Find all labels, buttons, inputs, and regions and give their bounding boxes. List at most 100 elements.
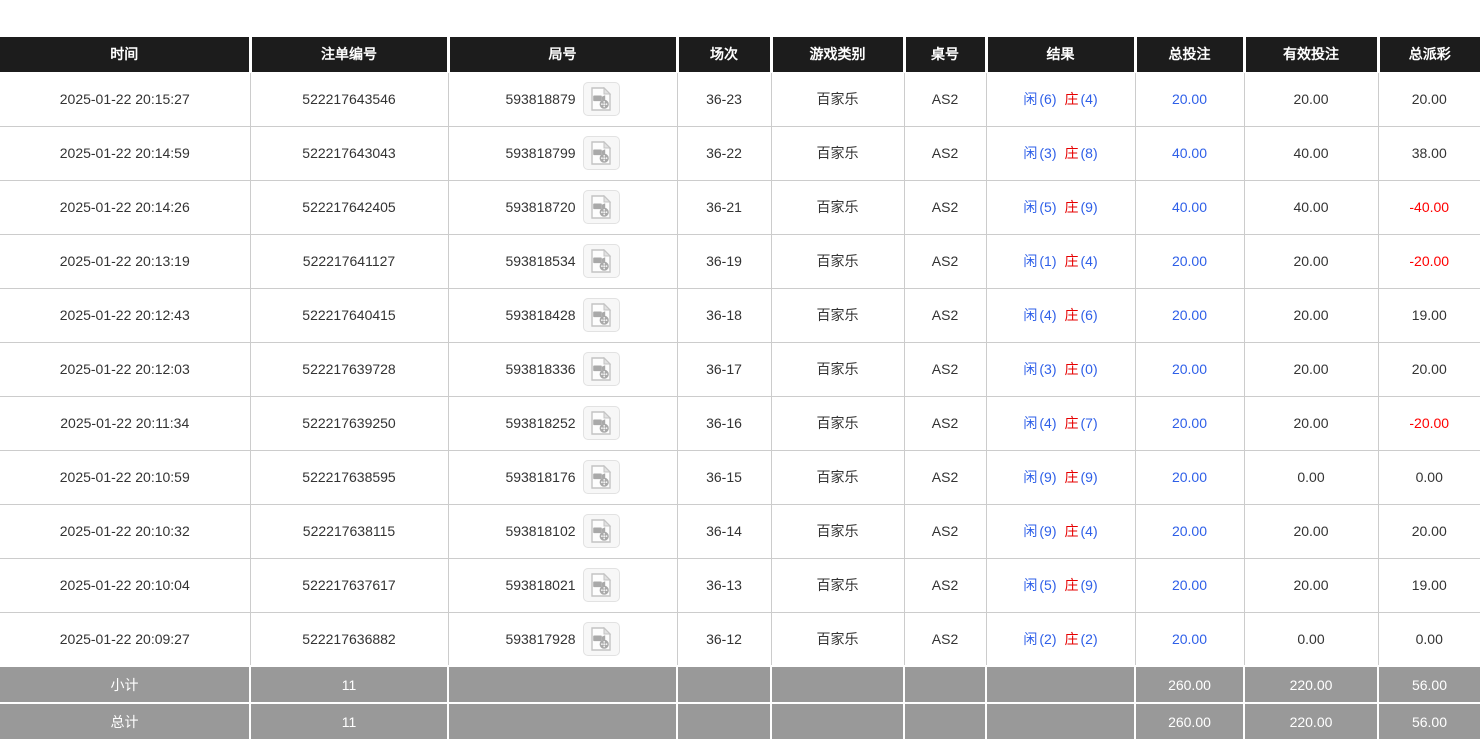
total-bet-amount[interactable]: 20.00 (1172, 469, 1207, 485)
video-replay-button[interactable] (583, 406, 620, 440)
total-bet-cell[interactable]: 20.00 (1135, 288, 1244, 342)
video-replay-button[interactable] (583, 622, 620, 656)
total-bet-amount[interactable]: 20.00 (1172, 91, 1207, 107)
summary-row: 总计 11 260.00 220.00 56.00 (0, 703, 1480, 740)
table-row: 2025-01-22 20:10:59 522217638595 5938181… (0, 450, 1480, 504)
video-replay-button[interactable] (583, 244, 620, 278)
video-replay-button[interactable] (583, 298, 620, 332)
player-score: (5) (1038, 199, 1057, 215)
bet-number-cell: 522217638115 (250, 504, 448, 558)
video-replay-icon (590, 357, 612, 381)
video-replay-icon (590, 195, 612, 219)
banker-score: (4) (1080, 253, 1099, 269)
video-replay-button[interactable] (583, 136, 620, 170)
table-number-cell: AS2 (904, 234, 986, 288)
valid-bet-cell: 20.00 (1244, 288, 1378, 342)
summary-total-bet: 260.00 (1135, 666, 1244, 703)
banker-score: (9) (1080, 577, 1099, 593)
bet-number-cell: 522217639728 (250, 342, 448, 396)
total-bet-amount[interactable]: 20.00 (1172, 631, 1207, 647)
table-number-cell: AS2 (904, 126, 986, 180)
total-bet-amount[interactable]: 20.00 (1172, 577, 1207, 593)
result-cell: 闲(6)庄(4) (986, 72, 1135, 126)
video-replay-button[interactable] (583, 82, 620, 116)
total-bet-amount[interactable]: 40.00 (1172, 145, 1207, 161)
bet-number-cell: 522217636882 (250, 612, 448, 666)
video-replay-button[interactable] (583, 352, 620, 386)
player-label: 闲 (1022, 415, 1038, 431)
total-bet-cell[interactable]: 20.00 (1135, 234, 1244, 288)
video-replay-button[interactable] (583, 460, 620, 494)
total-bet-amount[interactable]: 40.00 (1172, 199, 1207, 215)
session-cell: 36-14 (677, 504, 771, 558)
banker-label: 庄 (1064, 631, 1080, 647)
banker-score: (9) (1080, 469, 1099, 485)
session-cell: 36-21 (677, 180, 771, 234)
time-cell: 2025-01-22 20:10:32 (0, 504, 250, 558)
total-bet-cell[interactable]: 20.00 (1135, 504, 1244, 558)
time-cell: 2025-01-22 20:13:19 (0, 234, 250, 288)
result-cell: 闲(5)庄(9) (986, 558, 1135, 612)
table-number-cell: AS2 (904, 396, 986, 450)
session-cell: 36-12 (677, 612, 771, 666)
column-header: 注单编号 (250, 37, 448, 72)
game-type-cell: 百家乐 (771, 396, 904, 450)
table-row: 2025-01-22 20:11:34 522217639250 5938182… (0, 396, 1480, 450)
player-score: (6) (1038, 91, 1057, 107)
valid-bet-cell: 20.00 (1244, 504, 1378, 558)
column-header: 桌号 (904, 37, 986, 72)
video-replay-icon (590, 573, 612, 597)
time-cell: 2025-01-22 20:12:43 (0, 288, 250, 342)
summary-empty-cell (904, 666, 986, 703)
bet-number-cell: 522217643043 (250, 126, 448, 180)
player-score: (3) (1038, 145, 1057, 161)
video-replay-button[interactable] (583, 514, 620, 548)
table-row: 2025-01-22 20:12:43 522217640415 5938184… (0, 288, 1480, 342)
round-number: 593818102 (505, 523, 575, 539)
round-number-cell: 593818252 (448, 396, 677, 450)
payout-cell: 20.00 (1378, 504, 1480, 558)
banker-label: 庄 (1064, 199, 1080, 215)
video-replay-button[interactable] (583, 568, 620, 602)
table-number-cell: AS2 (904, 342, 986, 396)
game-type-cell: 百家乐 (771, 342, 904, 396)
summary-empty-cell (677, 666, 771, 703)
total-bet-cell[interactable]: 20.00 (1135, 342, 1244, 396)
total-bet-amount[interactable]: 20.00 (1172, 307, 1207, 323)
table-row: 2025-01-22 20:14:26 522217642405 5938187… (0, 180, 1480, 234)
total-bet-amount[interactable]: 20.00 (1172, 253, 1207, 269)
video-replay-icon (590, 303, 612, 327)
video-replay-icon (590, 465, 612, 489)
round-number: 593818720 (505, 199, 575, 215)
game-type-cell: 百家乐 (771, 288, 904, 342)
summary-empty-cell (448, 703, 677, 740)
banker-score: (4) (1080, 523, 1099, 539)
total-bet-amount[interactable]: 20.00 (1172, 415, 1207, 431)
player-score: (1) (1038, 253, 1057, 269)
total-bet-cell[interactable]: 40.00 (1135, 180, 1244, 234)
total-bet-cell[interactable]: 20.00 (1135, 450, 1244, 504)
table-row: 2025-01-22 20:09:27 522217636882 5938179… (0, 612, 1480, 666)
column-header: 场次 (677, 37, 771, 72)
total-bet-amount[interactable]: 20.00 (1172, 523, 1207, 539)
payout-cell: 0.00 (1378, 612, 1480, 666)
bet-number-cell: 522217642405 (250, 180, 448, 234)
game-type-cell: 百家乐 (771, 504, 904, 558)
total-bet-cell[interactable]: 20.00 (1135, 396, 1244, 450)
total-bet-cell[interactable]: 20.00 (1135, 558, 1244, 612)
column-header: 总派彩 (1378, 37, 1480, 72)
total-bet-cell[interactable]: 40.00 (1135, 126, 1244, 180)
banker-score: (6) (1080, 307, 1099, 323)
bet-number-cell: 522217641127 (250, 234, 448, 288)
time-cell: 2025-01-22 20:15:27 (0, 72, 250, 126)
result-cell: 闲(3)庄(8) (986, 126, 1135, 180)
time-cell: 2025-01-22 20:12:03 (0, 342, 250, 396)
video-replay-button[interactable] (583, 190, 620, 224)
summary-empty-cell (904, 703, 986, 740)
result-cell: 闲(4)庄(7) (986, 396, 1135, 450)
total-bet-cell[interactable]: 20.00 (1135, 72, 1244, 126)
player-score: (5) (1038, 577, 1057, 593)
total-bet-cell[interactable]: 20.00 (1135, 612, 1244, 666)
total-bet-amount[interactable]: 20.00 (1172, 361, 1207, 377)
bet-records-page: 时间注单编号局号场次游戏类别桌号结果总投注有效投注总派彩 2025-01-22 … (0, 0, 1480, 741)
